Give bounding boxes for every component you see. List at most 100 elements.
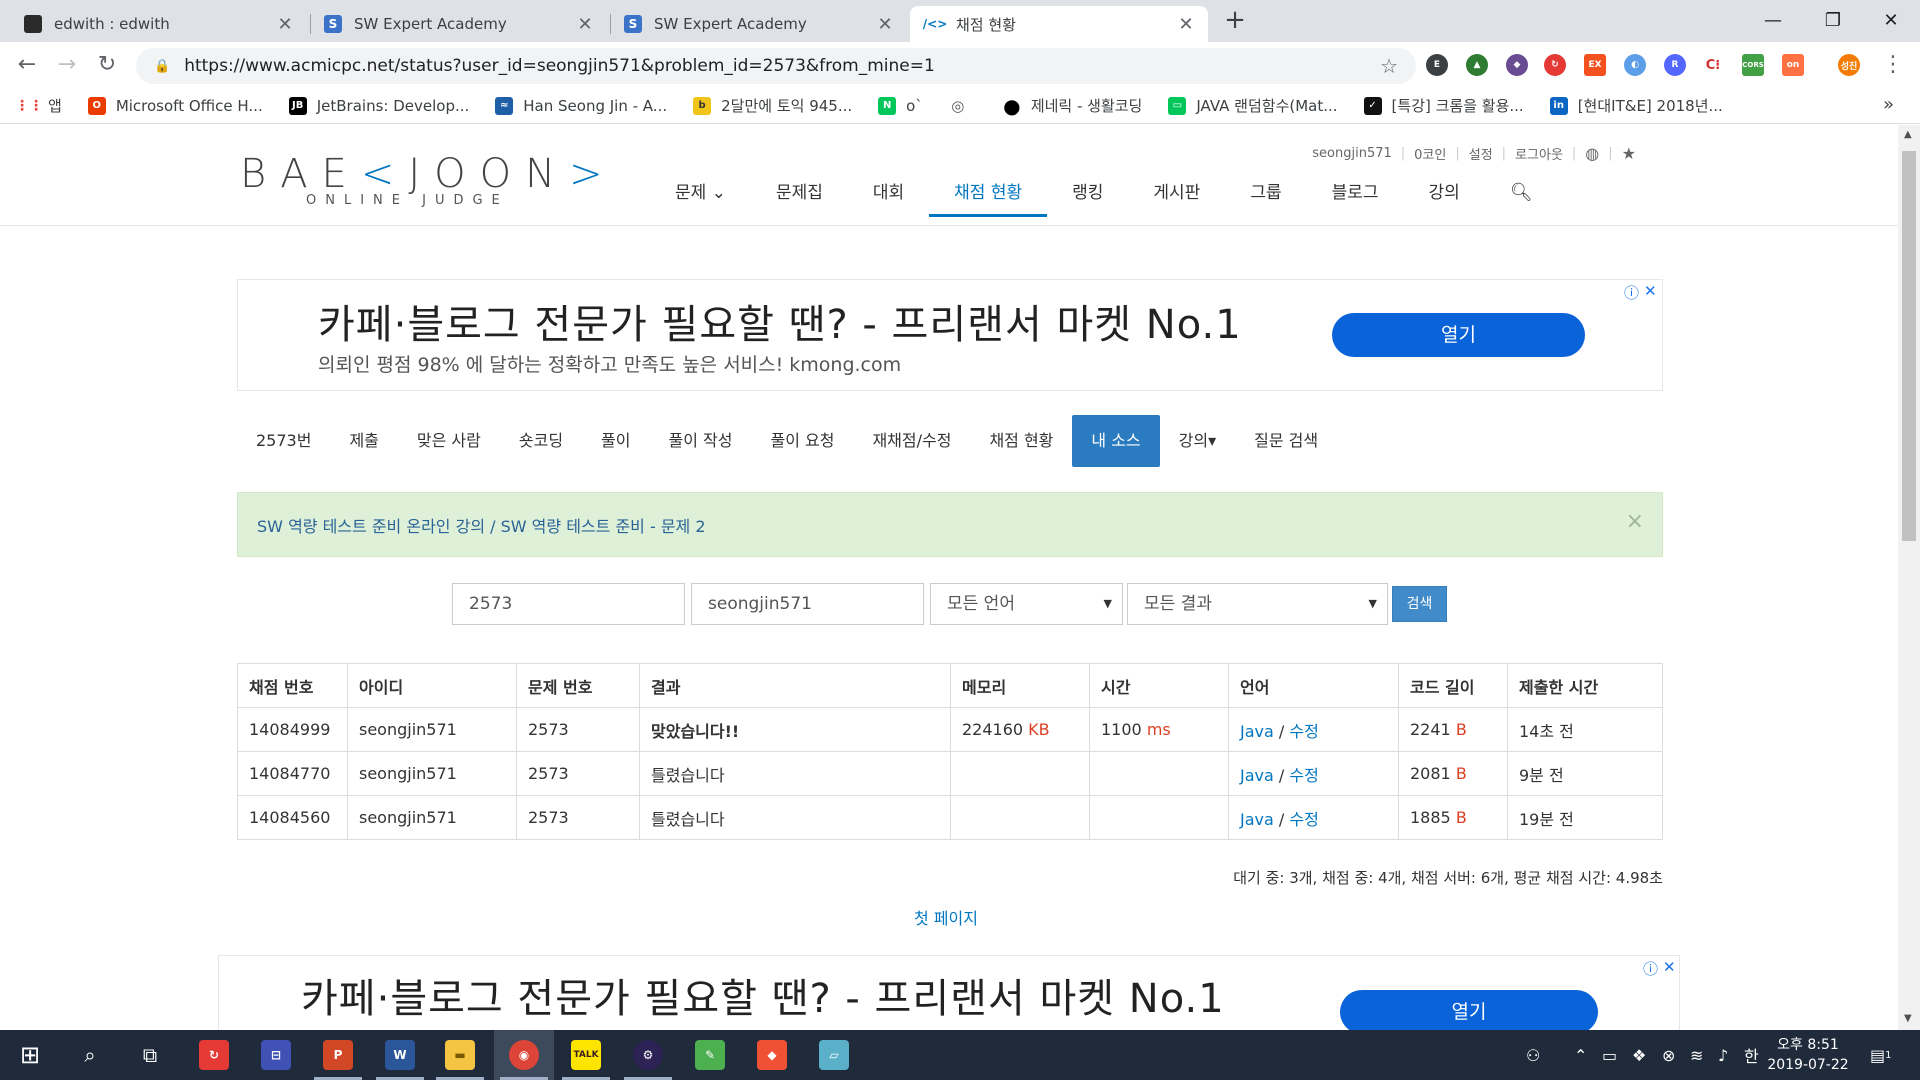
bookmark-item[interactable]: JB JetBrains: Develop... [288, 96, 469, 115]
page-scrollbar[interactable]: ▲ ▼ [1898, 125, 1920, 1030]
pmenu-problem[interactable]: 2573번 [237, 415, 330, 467]
nav-board[interactable]: 게시판 [1128, 167, 1225, 217]
forward-button[interactable]: → [52, 50, 82, 80]
alert-close-button[interactable]: × [1626, 509, 1644, 534]
close-tab-icon[interactable]: ✕ [575, 14, 595, 35]
ad-info-icon[interactable]: ⓘ [1624, 282, 1639, 303]
taskbar-explorer[interactable]: ▬ [430, 1030, 490, 1080]
extension-icon[interactable]: ↻ [1544, 54, 1566, 76]
bookmark-item[interactable]: ▭ JAVA 랜덤함수(Mat... [1168, 95, 1338, 116]
search-button[interactable]: 검색 [1392, 586, 1447, 622]
cell-submitted-time[interactable]: 19분 전 [1507, 795, 1663, 840]
notification-center-icon[interactable]: ▤ 1 [1870, 1030, 1892, 1080]
bookmark-item[interactable]: ◎ [948, 96, 977, 115]
language-link[interactable]: Java [1240, 766, 1274, 785]
extension-icon[interactable]: ◆ [1506, 54, 1528, 76]
bookmarks-overflow-icon[interactable]: » [1883, 94, 1894, 115]
pmenu-my-source[interactable]: 내 소스 [1072, 415, 1160, 467]
pmenu-lecture-dropdown[interactable]: 강의▾ [1160, 415, 1235, 467]
network-disabled-icon[interactable]: ⊗ [1662, 1030, 1675, 1080]
back-button[interactable]: ← [12, 50, 42, 80]
nav-ranking[interactable]: 랭킹 [1047, 167, 1128, 217]
scroll-up-arrow-icon[interactable]: ▲ [1904, 129, 1912, 140]
dropbox-icon[interactable]: ❖ [1632, 1030, 1646, 1080]
close-tab-icon[interactable]: ✕ [275, 14, 295, 35]
user-id-input[interactable]: seongjin571 [691, 583, 924, 625]
close-window-button[interactable]: ✕ [1862, 0, 1920, 40]
scroll-down-arrow-icon[interactable]: ▼ [1904, 1013, 1912, 1024]
system-clock[interactable]: 오후 8:51 2019-07-22 [1764, 1035, 1852, 1075]
bookmark-item[interactable]: ≈ Han Seong Jin - A... [495, 96, 667, 115]
cell-user-link[interactable]: seongjin571 [347, 795, 517, 840]
browser-tab[interactable]: S SW Expert Academy ✕ [312, 6, 607, 42]
ad-info-icon[interactable]: ⓘ [1643, 958, 1658, 979]
pmenu-solvers[interactable]: 맞은 사람 [398, 415, 500, 467]
pmenu-short-coding[interactable]: 숏코딩 [500, 415, 582, 467]
search-button[interactable]: ⌕ [60, 1030, 120, 1080]
taskbar-kakaotalk[interactable]: TALK [556, 1030, 616, 1080]
close-tab-icon[interactable]: ✕ [1176, 14, 1196, 35]
bookmark-item[interactable]: ✓ [특강] 크롬을 활용... [1363, 95, 1524, 116]
language-link[interactable]: Java [1240, 722, 1274, 741]
logout-link[interactable]: 로그아웃 [1515, 144, 1563, 163]
close-tab-icon[interactable]: ✕ [875, 14, 895, 35]
taskbar-paint[interactable]: ✎ [680, 1030, 740, 1080]
site-logo[interactable]: BAE<JOON> ONLINE JUDGE [240, 151, 617, 208]
edit-link[interactable]: 수정 [1289, 766, 1318, 785]
language-select[interactable]: 모든 언어 ▼ [930, 583, 1123, 625]
ad-banner-bottom[interactable]: 카페·블로그 전문가 필요할 땐? - 프리랜서 마켓 No.1 열기 ⓘ ✕ [218, 955, 1680, 1030]
ad-banner-top[interactable]: 카페·블로그 전문가 필요할 땐? - 프리랜서 마켓 No.1 의뢰인 평점 … [237, 279, 1663, 391]
problem-id-input[interactable]: 2573 [452, 583, 685, 625]
nav-status[interactable]: 채점 현황 [929, 167, 1048, 217]
extension-icon[interactable]: CORS [1742, 54, 1764, 76]
nav-group[interactable]: 그룹 [1225, 167, 1306, 217]
alert-problem-link[interactable]: SW 역량 테스트 준비 - 문제 2 [501, 517, 706, 536]
extension-icon[interactable]: C⁝ [1702, 54, 1724, 76]
bookmark-item[interactable]: in [현대IT&E] 2018년... [1549, 95, 1723, 116]
minimize-button[interactable]: — [1744, 0, 1802, 40]
profile-avatar[interactable]: 성진 [1838, 54, 1860, 76]
tray-expand-icon[interactable]: ⌃ [1574, 1030, 1587, 1080]
scrollbar-thumb[interactable] [1902, 151, 1916, 541]
extension-icon[interactable]: E [1426, 54, 1448, 76]
address-bar[interactable]: 🔒 https://www.acmicpc.net/status?user_id… [136, 48, 1416, 84]
edit-link[interactable]: 수정 [1289, 810, 1318, 829]
bookmark-item[interactable]: O Microsoft Office H... [87, 96, 263, 115]
taskbar-chrome[interactable]: ◉ [494, 1030, 554, 1080]
taskbar-app[interactable]: ↻ [184, 1030, 244, 1080]
pmenu-solutions[interactable]: 풀이 [582, 415, 649, 467]
cell-user-link[interactable]: seongjin571 [347, 751, 517, 796]
extension-icon[interactable]: ◐ [1624, 54, 1646, 76]
bookmark-item[interactable]: b 2달만에 토익 945... [693, 95, 852, 116]
nav-lecture[interactable]: 강의 [1404, 167, 1485, 217]
taskbar-app[interactable]: ⊟ [246, 1030, 306, 1080]
bookmark-item[interactable]: ⋮⋮ 앱 [15, 95, 62, 116]
settings-link[interactable]: 설정 [1469, 144, 1493, 163]
pmenu-write-solution[interactable]: 풀이 작성 [650, 415, 752, 467]
bookmark-star-icon[interactable]: ☆ [1380, 54, 1398, 78]
cell-submitted-time[interactable]: 14초 전 [1507, 707, 1663, 752]
taskbar-word[interactable]: W [370, 1030, 430, 1080]
maximize-button[interactable]: ❐ [1804, 0, 1862, 40]
cell-problem-link[interactable]: 2573 [516, 707, 640, 752]
nav-blog[interactable]: 블로그 [1307, 167, 1404, 217]
edit-link[interactable]: 수정 [1289, 722, 1318, 741]
bookmark-item[interactable]: ● 제네릭 - 생활코딩 [1002, 94, 1142, 118]
browser-menu-icon[interactable]: ⋮ [1882, 52, 1904, 77]
reload-button[interactable]: ↻ [92, 50, 122, 80]
pmenu-submit[interactable]: 제출 [330, 415, 397, 467]
first-page-link[interactable]: 첫 페이지 [914, 905, 978, 929]
nav-contest[interactable]: 대회 [848, 167, 929, 217]
star-icon[interactable]: ★ [1622, 144, 1636, 163]
pmenu-rejudge[interactable]: 재채점/수정 [853, 415, 970, 467]
browser-tab[interactable]: edwith : edwith ✕ [12, 6, 307, 42]
people-icon[interactable]: ⚇ [1526, 1030, 1540, 1080]
globe-icon[interactable]: ◍ [1585, 144, 1599, 163]
taskbar-app[interactable]: ▱ [804, 1030, 864, 1080]
taskbar-powerpoint[interactable]: P [308, 1030, 368, 1080]
battery-icon[interactable]: ▭ [1602, 1030, 1617, 1080]
new-tab-button[interactable]: + [1220, 6, 1250, 36]
cell-user-link[interactable]: seongjin571 [347, 707, 517, 752]
ad-close-icon[interactable]: ✕ [1663, 958, 1676, 976]
ad-close-icon[interactable]: ✕ [1644, 282, 1657, 300]
